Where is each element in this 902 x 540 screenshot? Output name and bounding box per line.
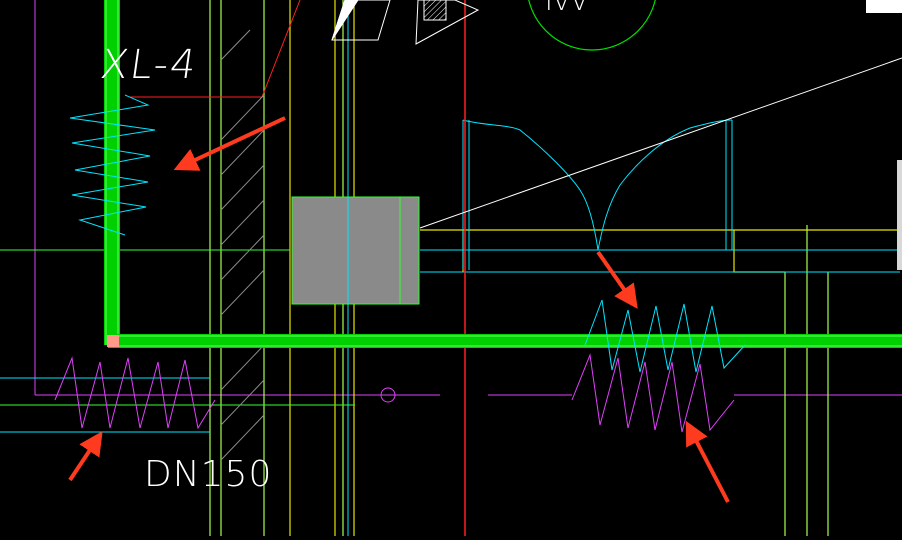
cad-drawing-canvas[interactable]: IVV XL-4 DN150 [0,0,902,536]
pipe-size-label: DN150 [144,454,272,495]
annotation-arrow-2 [596,250,638,309]
main-pipe-horizontal[interactable] [108,334,902,348]
riser-label: XL-4 [98,42,201,88]
circle-label-fragment: IVV [545,0,588,17]
corner-white-block [866,0,902,13]
equipment-block[interactable] [291,196,420,305]
white-diagonal-line [419,57,902,229]
break-symbol-magenta-left [54,356,216,430]
annotation-arrow-3 [68,431,103,482]
pipe-elbow-marker [107,335,119,347]
annotation-arrow-1 [173,116,286,171]
right-edge-scroll-fragment[interactable] [897,160,902,270]
cad-drawing[interactable]: IVV XL-4 DN150 [0,0,902,536]
annotation-arrow-4 [685,420,730,503]
break-symbol-magenta-right [571,353,735,433]
